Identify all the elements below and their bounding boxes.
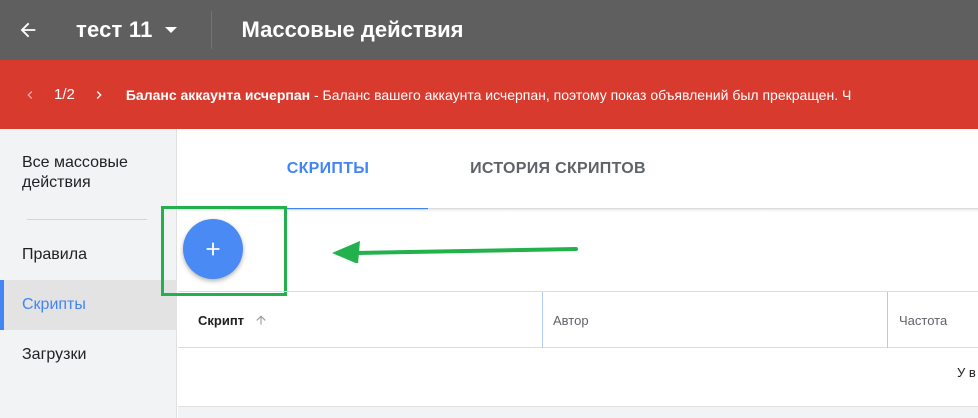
account-switcher[interactable]: тест 11 [56, 0, 195, 60]
sidebar-item-all-actions[interactable]: Все массовые действия [22, 153, 162, 193]
chevron-right-icon [96, 90, 102, 99]
column-header-frequency[interactable]: Частота [899, 292, 947, 348]
account-name: тест 11 [76, 17, 153, 42]
main-content: СКРИПТЫ ИСТОРИЯ СКРИПТОВ Скрипт Автор Ча… [161, 129, 978, 418]
header-divider [210, 11, 212, 49]
page-title: Массовые действия [241, 17, 464, 42]
column-separator[interactable] [542, 292, 543, 348]
sidebar-divider [27, 219, 147, 220]
table-empty-message: У в [957, 365, 976, 380]
notification-banner: 1/2 Баланс аккаунта исчерпан - Баланс ва… [0, 60, 978, 129]
sidebar: Все массовые действия Правила Скрипты За… [0, 129, 177, 418]
banner-next-button[interactable] [89, 85, 109, 105]
sidebar-item-scripts[interactable]: Скрипты [0, 280, 177, 330]
arrow-left-icon [20, 22, 36, 38]
column-header-author[interactable]: Автор [553, 292, 589, 348]
caret-down-icon [164, 27, 177, 33]
column-separator[interactable] [887, 292, 888, 348]
tab-shadow [178, 209, 978, 212]
tab-bar: СКРИПТЫ ИСТОРИЯ СКРИПТОВ [178, 129, 978, 210]
annotation-highlight-box [161, 206, 287, 296]
chevron-left-icon [27, 90, 33, 99]
table-footer [178, 407, 978, 418]
table-header: Скрипт Автор Частота [178, 291, 978, 348]
banner-message: Баланс аккаунта исчерпан - Баланс вашего… [126, 87, 851, 103]
banner-body: - Баланс вашего аккаунта исчерпан, поэто… [310, 86, 852, 103]
back-button[interactable] [0, 0, 56, 60]
annotation-arrow-icon [332, 241, 578, 263]
column-header-script[interactable]: Скрипт [198, 292, 268, 348]
tab-scripts[interactable]: СКРИПТЫ [228, 129, 428, 210]
tab-script-history[interactable]: ИСТОРИЯ СКРИПТОВ [458, 129, 658, 209]
sidebar-item-uploads[interactable]: Загрузки [0, 330, 177, 380]
top-header: тест 11 Массовые действия [0, 0, 978, 60]
column-header-script-label: Скрипт [198, 312, 245, 328]
sidebar-item-rules[interactable]: Правила [0, 230, 177, 280]
arrow-up-icon [256, 315, 266, 325]
banner-prev-button[interactable] [20, 85, 40, 105]
banner-counter: 1/2 [54, 86, 75, 103]
banner-title: Баланс аккаунта исчерпан [125, 86, 311, 103]
